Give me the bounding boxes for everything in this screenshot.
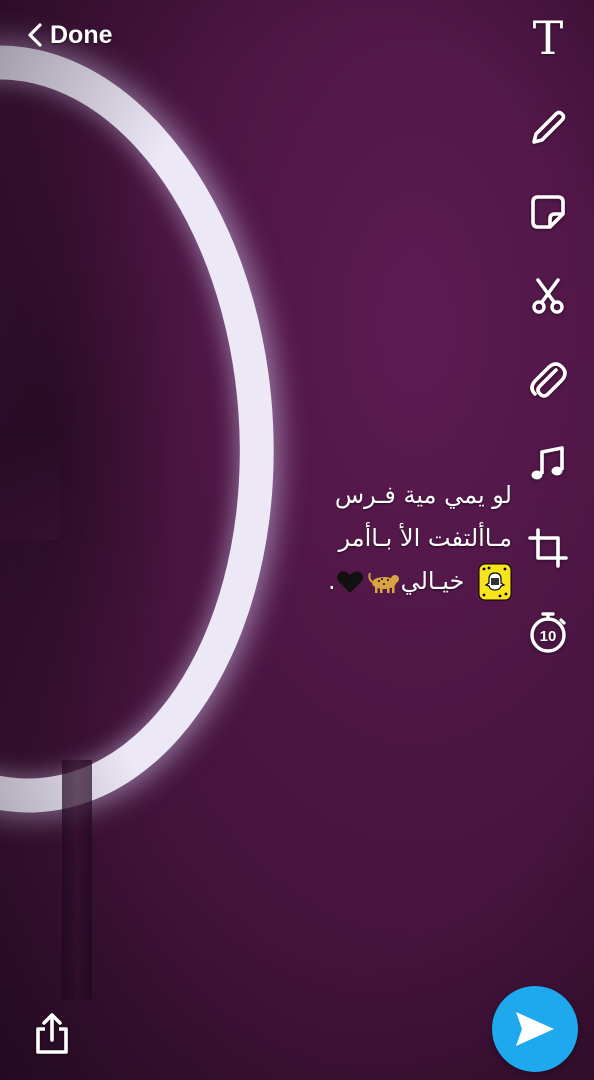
timer-icon: 10 [530,612,566,653]
attachment-tool-button[interactable] [518,352,578,408]
chevron-left-icon [28,23,42,47]
done-label: Done [50,20,113,49]
sticker-icon [531,195,565,229]
draw-tool-button[interactable] [518,100,578,156]
text-tool-button[interactable]: T [518,10,578,66]
send-arrow-icon [516,1012,554,1046]
caption-line-3-suffix: . [327,567,336,595]
sticker-tool-button[interactable] [518,184,578,240]
pencil-icon [532,110,566,144]
share-icon [36,1013,68,1054]
music-tool-button[interactable] [518,436,578,492]
black-heart-icon [336,571,363,593]
share-button[interactable] [28,1010,76,1058]
snap-caption[interactable]: لو يمي مية فـرس مـاألتفت الأ بـاأمر خيـا… [212,474,512,603]
caption-line-3-text: خيـالي [400,567,465,595]
caption-line-2: مـاألتفت الأ بـاأمر [338,524,512,552]
paperclip-icon [530,362,567,398]
scissors-tool-button[interactable] [518,268,578,324]
leopard-icon [367,572,399,593]
timer-tool-button[interactable]: 10 [518,604,578,660]
caption-line-1: لو يمي مية فـرس [334,481,512,509]
timer-value: 10 [540,628,557,645]
done-button[interactable]: Done [26,18,113,52]
caption-line-3: خيـالي . [212,560,512,603]
send-button[interactable] [492,986,578,1072]
music-note-icon [531,446,564,480]
scissors-icon [532,278,564,314]
crop-icon [528,528,568,568]
text-icon: T [532,11,564,65]
crop-tool-button[interactable] [518,520,578,576]
snapcode-icon [478,563,512,601]
caption-emojis [336,569,401,595]
